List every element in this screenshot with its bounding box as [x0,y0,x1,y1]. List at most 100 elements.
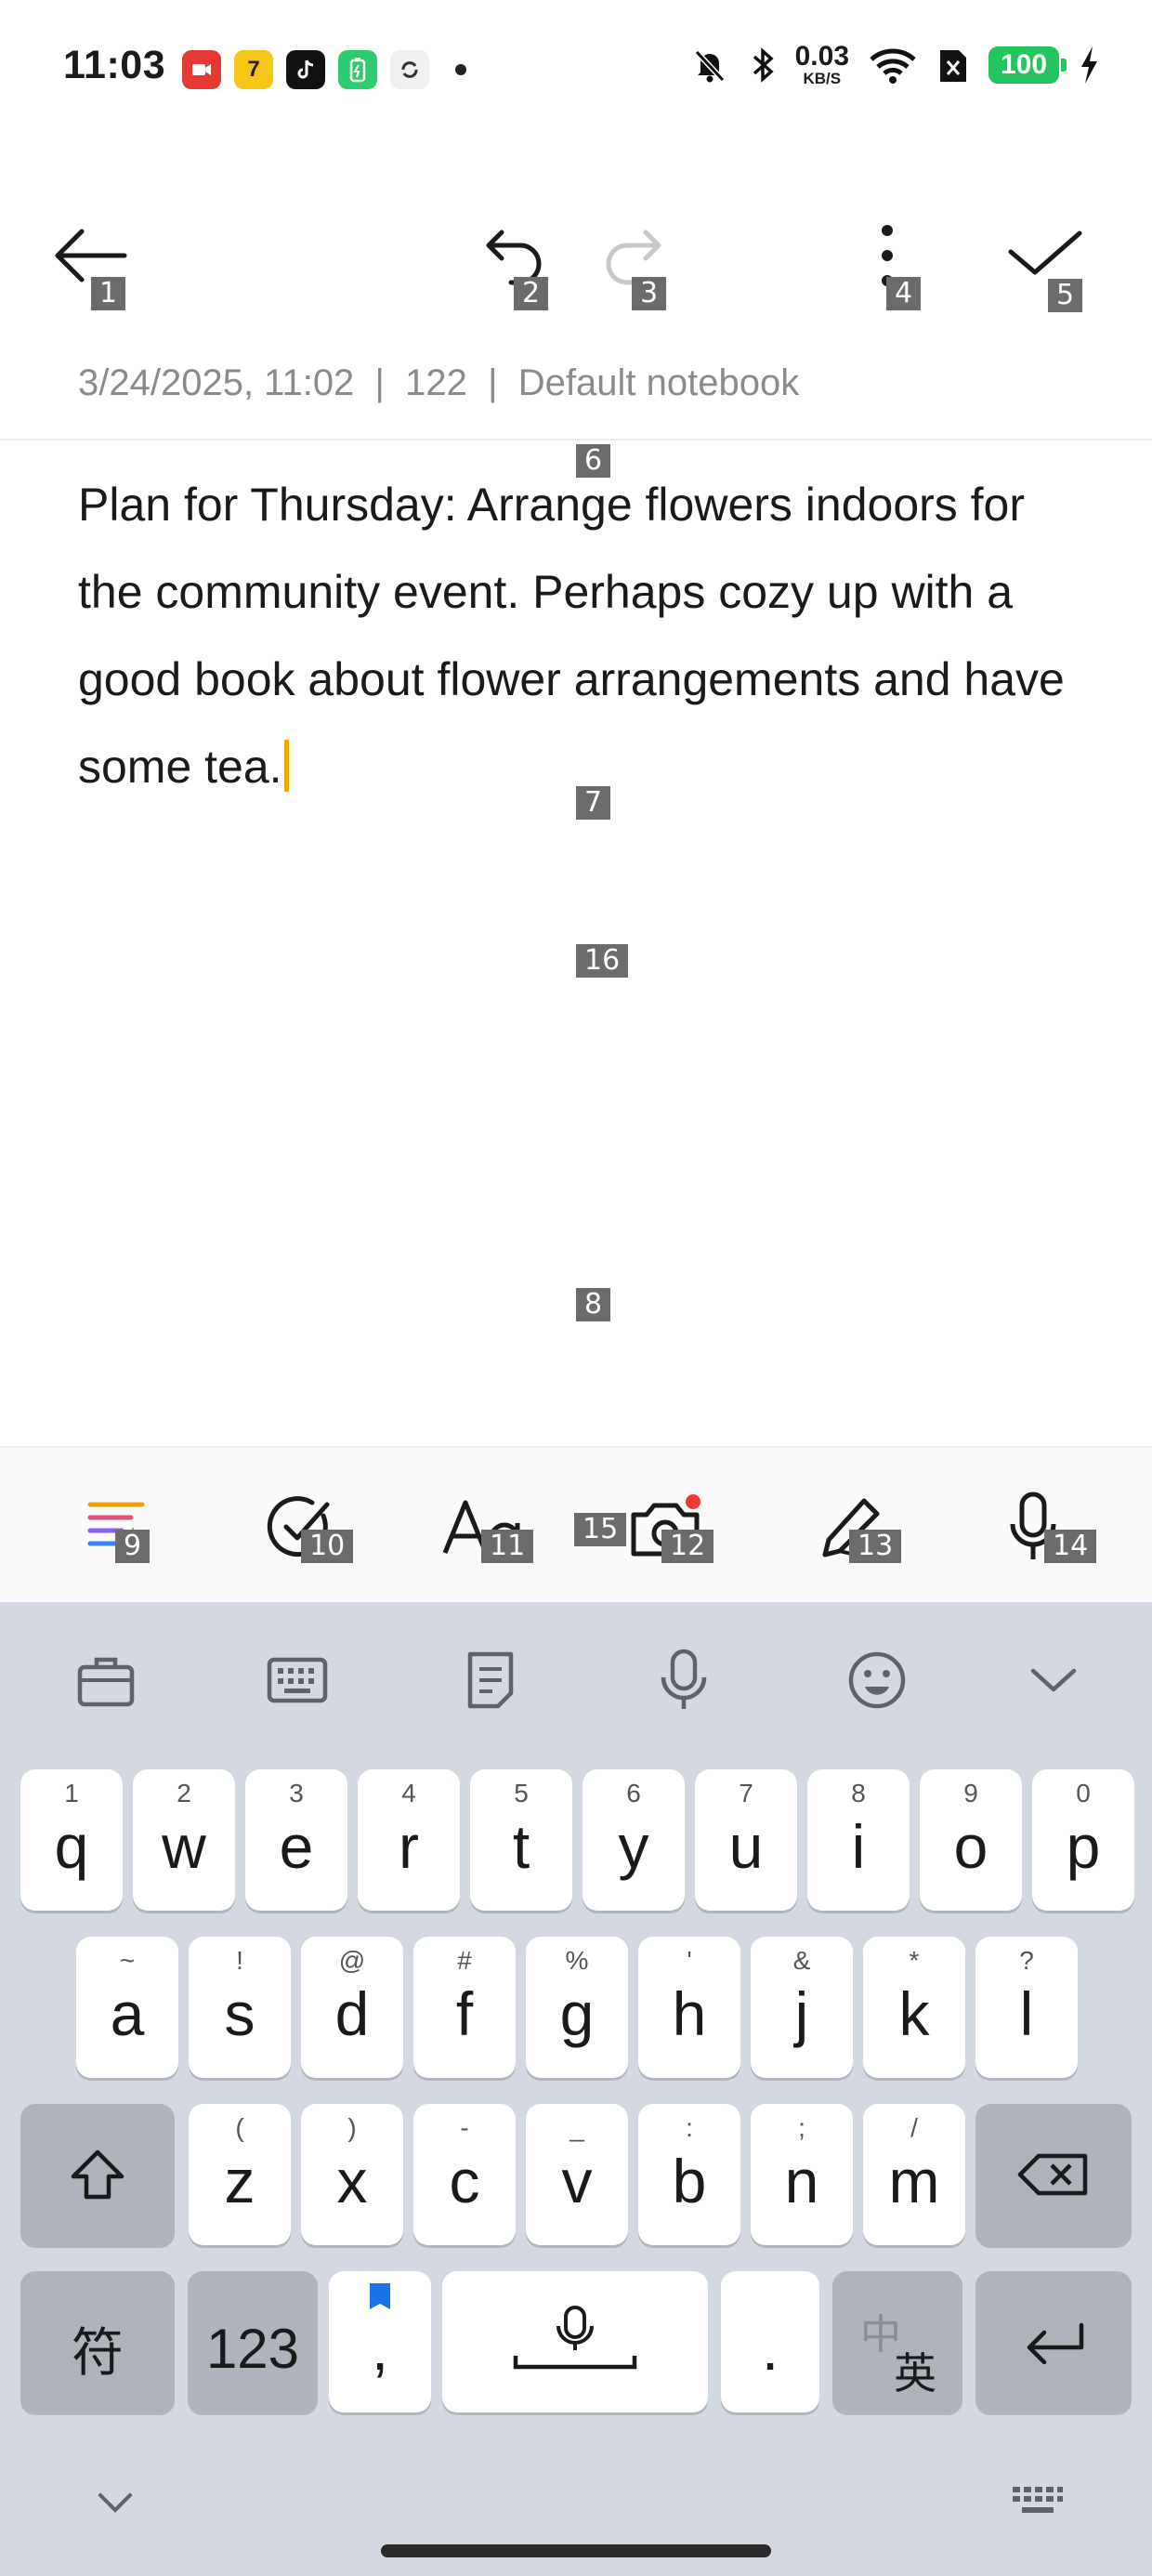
period-key[interactable]: . [721,2271,819,2412]
key-label: v [561,2147,593,2215]
screen-recorder-icon [182,50,221,89]
chevron-down-icon [98,2493,132,2513]
key-k[interactable]: * k [863,1937,965,2078]
key-v[interactable]: _ v [526,2104,628,2245]
enter-key[interactable] [975,2271,1132,2412]
no-sim-icon [940,49,966,82]
key-hint: _ [569,2113,584,2142]
key-x[interactable]: ) x [301,2104,403,2245]
network-speed-value: 0.03 [794,41,849,72]
symbols-key[interactable]: 符 [20,2271,175,2412]
key-i[interactable]: 8i [807,1769,910,1911]
text-cursor [283,740,289,792]
key-hint: 1 [64,1779,79,1807]
label-badge: 5 [1048,279,1083,312]
undo-button[interactable]: 2 [469,214,553,310]
checklist-button[interactable]: 10 [253,1485,354,1569]
bluetooth-icon [753,46,774,83]
key-label: z [224,2147,255,2215]
done-button[interactable]: 5 [1003,214,1087,312]
key-e[interactable]: 3e [245,1769,347,1911]
language-switch-key[interactable]: 中 英 [832,2271,962,2412]
label-badge: 12 [661,1530,714,1563]
key-d[interactable]: @ d [301,1937,403,2078]
key-hint: ~ [119,1946,136,1975]
key-s[interactable]: ! s [189,1937,291,2078]
clipboard-icon [77,1657,135,1707]
voice-record-button[interactable]: 14 [987,1485,1097,1569]
more-options-button[interactable]: 4 [845,214,929,310]
key-hint: * [909,1946,920,1975]
key-z[interactable]: (z [189,2104,291,2245]
key-label: c [449,2147,480,2215]
keyboard-layout-button[interactable] [260,1643,334,1717]
label-badge: 14 [1044,1530,1097,1563]
handwriting-button[interactable]: 13 [808,1485,902,1569]
network-speed: 0.03 KB/S [794,41,849,87]
text-format-button[interactable]: 11 [437,1485,534,1569]
key-label: t [512,1812,530,1881]
notebook-selector[interactable]: Default notebook [518,362,799,403]
backspace-key[interactable] [975,2104,1132,2245]
key-m[interactable]: / m [863,2104,965,2245]
tiktok-icon [286,50,325,89]
label-badge: 4 [886,277,922,310]
key-hint: 8 [851,1779,866,1807]
voice-input-button[interactable] [647,1643,721,1717]
ai-writing-button[interactable]: 9 [71,1485,164,1569]
shift-key[interactable] [20,2104,175,2245]
key-f[interactable]: # f [413,1937,516,2078]
emoji-button[interactable] [840,1643,914,1717]
clipboard-button[interactable] [69,1643,143,1717]
key-j[interactable]: & j [751,1937,853,2078]
key-u[interactable]: 7u [695,1769,797,1911]
key-hint: 7 [739,1779,753,1807]
hide-keyboard-button[interactable] [87,2479,143,2526]
label-badge: 3 [632,277,667,310]
key-o[interactable]: 9o [920,1769,1022,1911]
home-indicator[interactable] [381,2544,771,2557]
key-b[interactable]: :b [638,2104,740,2245]
key-q[interactable]: 1q [20,1769,123,1911]
key-y[interactable]: 6y [583,1769,685,1911]
key-hint: 6 [626,1779,641,1807]
key-a[interactable]: ~ a [76,1937,178,2078]
key-label: s [224,1979,255,2048]
key-h[interactable]: ' h [638,1937,740,2078]
key-g[interactable]: % g [526,1937,628,2078]
numbers-key[interactable]: 123 [188,2271,318,2412]
collapse-keyboard-button[interactable] [1016,1643,1091,1717]
key-p[interactable]: 0p [1032,1769,1134,1911]
switch-input-method-button[interactable] [1005,2477,1070,2524]
key-n[interactable]: ; n [751,2104,853,2245]
space-key[interactable] [442,2271,708,2412]
camera-button[interactable]: 12 [619,1485,714,1569]
note-char-count: 122 [405,362,467,403]
label-badge: 10 [301,1530,354,1563]
key-w[interactable]: 2w [133,1769,235,1911]
key-l[interactable]: ? l [975,1937,1078,2078]
comma-key[interactable]: , [329,2271,431,2412]
key-label: y [618,1812,649,1881]
backspace-icon [1017,2153,1088,2196]
key-r[interactable]: 4r [358,1769,460,1911]
status-time: 11:03 [63,43,166,87]
note-body-editor[interactable]: Plan for Thursday: Arrange flowers indoo… [78,461,1091,810]
key-c[interactable]: -c [413,2104,516,2245]
text-notes-button[interactable] [453,1643,528,1717]
seven-cats-icon: 7 [234,50,273,89]
back-button[interactable]: 1 [48,214,132,310]
meta-separator: | [488,362,498,403]
key-t[interactable]: 5t [470,1769,572,1911]
note-body-text: Plan for Thursday: Arrange flowers indoo… [78,479,1065,793]
redo-button[interactable]: 3 [595,214,678,310]
label-badge: 11 [481,1530,534,1563]
space-mic-icon [513,2306,637,2370]
note-meta: 3/24/2025, 11:02 | 122 | Default noteboo… [78,362,799,404]
key-label: j [794,1979,809,2048]
key-hint: 9 [963,1779,978,1807]
charging-icon [1081,46,1097,84]
key-hint: % [565,1946,589,1975]
key-label: , [371,2314,389,2383]
label-badge: 16 [576,944,629,978]
